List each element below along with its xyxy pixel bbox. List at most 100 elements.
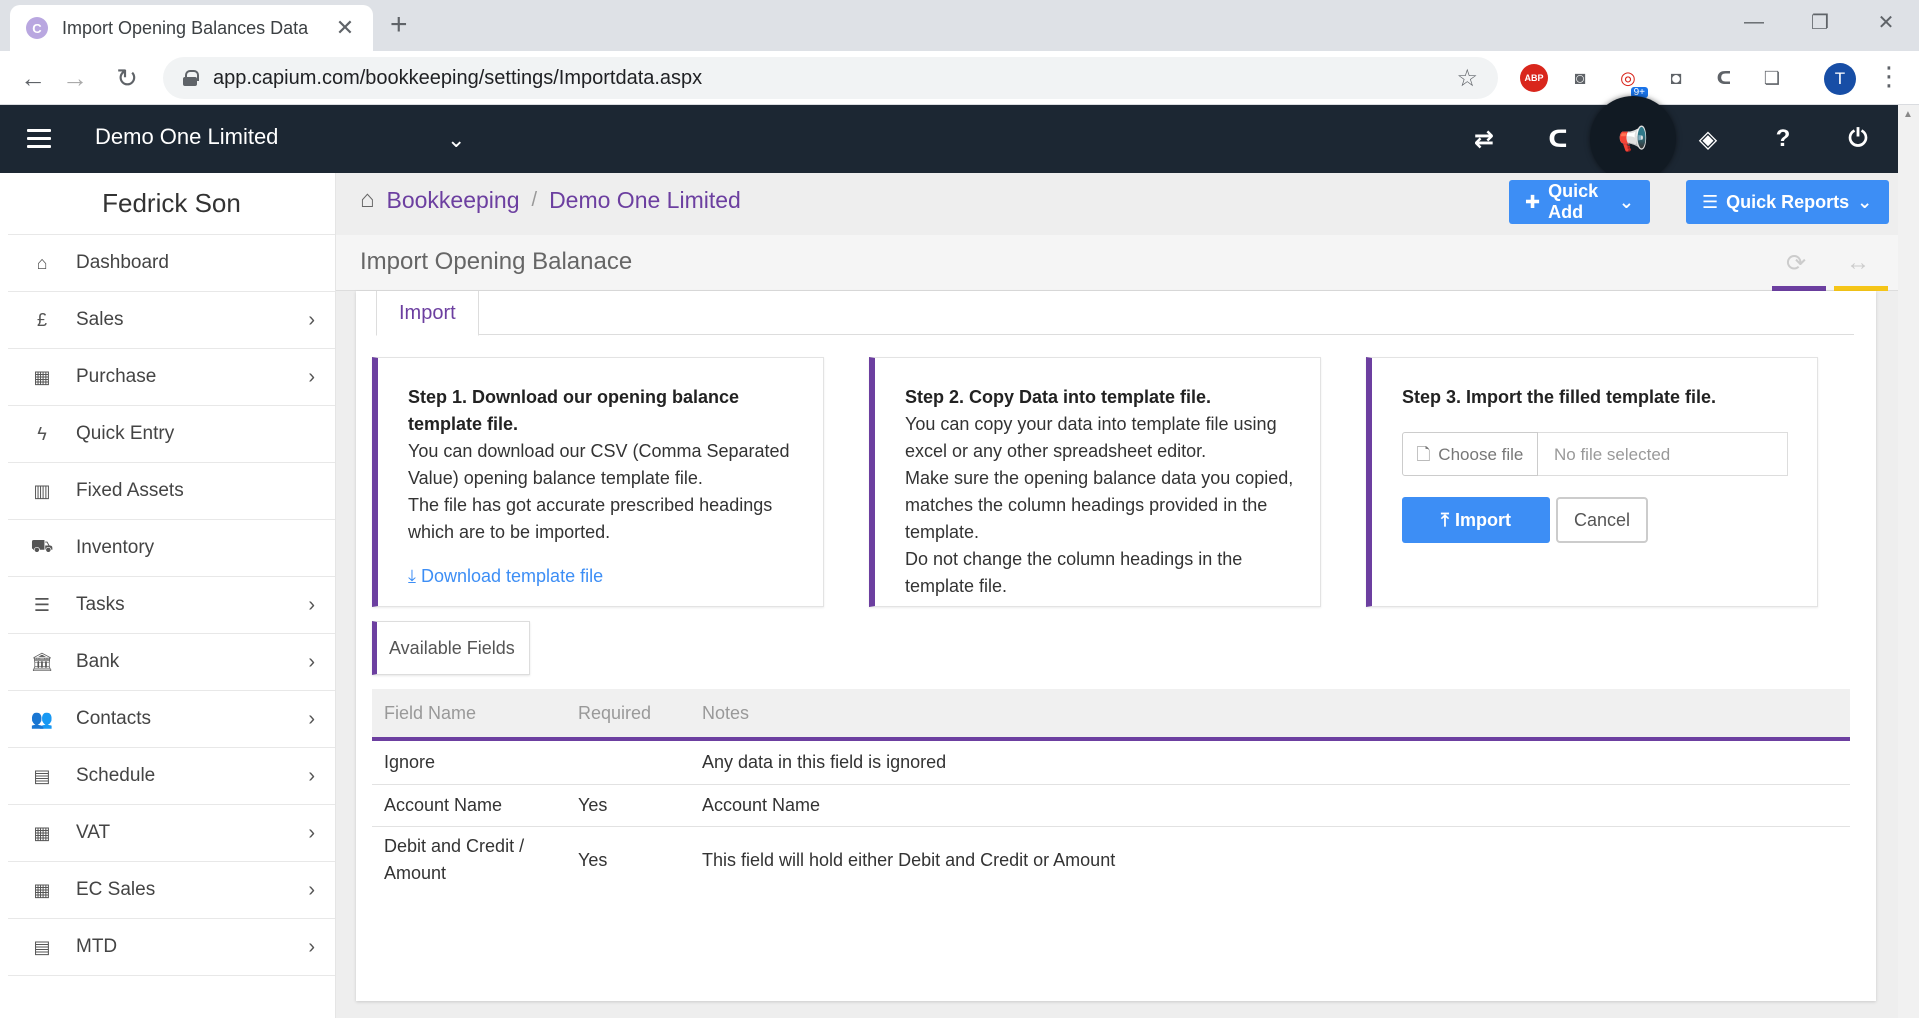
reload-icon[interactable]: ↻ (110, 61, 144, 95)
chevron-down-icon: ⌄ (1857, 191, 1873, 212)
upload-icon: ⤒ (1441, 509, 1449, 530)
cell-required: Yes (578, 795, 608, 815)
import-button[interactable]: ⤒ Import (1402, 497, 1550, 543)
quick-add-label: Quick Add (1548, 181, 1599, 222)
fingerprint-extension-icon[interactable]: ◎ 9+ (1614, 64, 1648, 98)
camera-extension-icon[interactable]: ◙ (1566, 64, 1594, 92)
back-icon[interactable]: ← (16, 61, 50, 95)
fields-table: Field Name Required Notes Ignore Any dat… (372, 689, 1850, 893)
table-row: Debit and Credit / Amount Yes This field… (372, 827, 1850, 893)
sidebar-item-label: Tasks (76, 594, 125, 615)
table-header: Field Name Required Notes (372, 689, 1850, 741)
users-icon: 👥 (30, 708, 54, 729)
quick-add-button[interactable]: ✚ Quick Add ⌄ (1509, 180, 1650, 224)
sidebar-item-mtd[interactable]: ▤ MTD › (8, 919, 335, 976)
step-1-text-2: The file has got accurate prescribed hea… (408, 495, 773, 542)
sidebar-item-tasks[interactable]: ☰ Tasks › (8, 577, 335, 634)
power-logout-icon[interactable]: ⏻ (1838, 119, 1878, 159)
browser-menu-icon[interactable]: ⋮ (1876, 61, 1902, 92)
step-3-heading: Step 3. Import the filled template file. (1402, 387, 1717, 407)
sidebar-item-inventory[interactable]: ⛟ Inventory (8, 520, 335, 577)
copy-extension-icon[interactable]: ❏ (1758, 64, 1786, 92)
sidebar-item-vat[interactable]: ▦ VAT › (8, 805, 335, 862)
cell-notes: Account Name (702, 795, 821, 815)
bolt-icon: ϟ (37, 423, 47, 444)
breadcrumb-home-icon[interactable]: ⌂ (360, 186, 375, 214)
scroll-up-icon[interactable]: ▲ (1903, 109, 1913, 120)
step-2-card: Step 2. Copy Data into template file. Yo… (869, 357, 1321, 607)
help-question-icon[interactable]: ? (1763, 119, 1803, 159)
app-topbar: Demo One Limited ⌄ ⇄ ᑕ 📢 ◈ ? ⏻ (0, 96, 1898, 182)
breadcrumb-company[interactable]: Demo One Limited (549, 187, 741, 214)
sidebar-item-dashboard[interactable]: ⌂ Dashboard (8, 235, 335, 292)
cell-required: Yes (578, 849, 608, 870)
quick-reports-label: Quick Reports (1726, 191, 1850, 212)
adblock-icon[interactable]: ABP (1520, 64, 1548, 92)
step-2-text-3: Do not change the column headings in the… (905, 549, 1243, 596)
sidebar-item-contacts[interactable]: 👥 Contacts › (8, 691, 335, 748)
screenshot-icon[interactable]: ◘ (1662, 64, 1690, 92)
company-name[interactable]: Demo One Limited (95, 124, 278, 150)
file-picker: 🗋 Choose file No file selected (1402, 432, 1793, 476)
bookmark-star-icon[interactable]: ☆ (1456, 64, 1478, 93)
company-chevron-down-icon[interactable]: ⌄ (447, 127, 465, 153)
capium-extension-icon[interactable]: ᑕ (1710, 64, 1738, 92)
tab-import[interactable]: Import (376, 291, 479, 336)
capium-logo-icon[interactable]: ᑕ (1538, 119, 1578, 159)
sidebar-item-quick-entry[interactable]: ϟ Quick Entry (8, 406, 335, 463)
restore-icon[interactable]: ❐ (1787, 0, 1853, 44)
quick-reports-button[interactable]: ☰ Quick Reports ⌄ (1686, 180, 1889, 224)
cell-field-name: Debit and Credit / Amount (384, 836, 525, 883)
download-icon: ⤓ (408, 566, 416, 586)
sidebar-item-label: Contacts (76, 708, 151, 729)
address-bar[interactable]: app.capium.com/bookkeeping/settings/Impo… (163, 57, 1498, 99)
forward-icon[interactable]: → (58, 61, 92, 95)
cancel-button[interactable]: Cancel (1556, 497, 1648, 543)
choose-file-button[interactable]: 🗋 Choose file (1402, 432, 1538, 476)
refresh-icon[interactable]: ⟳ (1786, 249, 1806, 278)
header-notes: Notes (702, 702, 750, 723)
sidebar-item-bank[interactable]: 🏛 Bank › (8, 634, 335, 691)
cell-notes: Any data in this field is ignored (702, 752, 947, 772)
sidebar-item-label: Fixed Assets (76, 480, 184, 501)
announcement-megaphone-icon[interactable]: 📢 (1590, 96, 1676, 182)
sidebar-item-schedule[interactable]: ▤ Schedule › (8, 748, 335, 805)
new-tab-button[interactable]: + (390, 10, 408, 40)
capium-favicon-icon: C (26, 17, 48, 39)
step-2-text-2: Make sure the opening balance data you c… (905, 468, 1294, 542)
tasks-icon: ☰ (33, 594, 51, 615)
expand-horizontal-icon[interactable]: ↔ (1846, 249, 1870, 277)
url-text: app.capium.com/bookkeeping/settings/Impo… (213, 66, 703, 89)
tab-title: Import Opening Balances Data (62, 17, 309, 38)
profile-avatar[interactable]: T (1824, 63, 1856, 95)
lock-icon (183, 70, 199, 86)
sidebar-item-label: Purchase (76, 366, 157, 387)
sidebar-item-label: Quick Entry (76, 423, 175, 444)
import-panel: Import Step 1. Download our opening bala… (356, 291, 1876, 1001)
close-window-icon[interactable]: ✕ (1853, 0, 1919, 44)
switch-arrows-icon[interactable]: ⇄ (1464, 119, 1504, 159)
sidebar-item-fixed-assets[interactable]: ▥ Fixed Assets (8, 463, 335, 520)
download-template-link[interactable]: ⤓ Download template file (408, 563, 799, 590)
browser-tab[interactable]: C Import Opening Balances Data ✕ (10, 5, 373, 51)
sidebar-item-label: VAT (76, 822, 111, 843)
minimize-icon[interactable]: — (1721, 0, 1787, 44)
chevron-right-icon: › (308, 821, 315, 844)
close-tab-icon[interactable]: ✕ (333, 15, 357, 41)
chevron-right-icon: › (308, 878, 315, 901)
calendar-icon: ▤ (33, 765, 51, 786)
page-scrollbar[interactable]: ▲ (1898, 105, 1919, 1018)
available-fields-label: Available Fields (372, 621, 530, 675)
chevron-right-icon: › (308, 365, 315, 388)
ticket-icon[interactable]: ◈ (1688, 119, 1728, 159)
sidebar-item-sales[interactable]: £ Sales › (8, 292, 335, 349)
breadcrumb-bookkeeping[interactable]: Bookkeeping (387, 187, 520, 214)
sidebar: Fedrick Son ⌂ Dashboard £ Sales › ▦ Purc… (8, 173, 336, 1018)
sidebar-item-purchase[interactable]: ▦ Purchase › (8, 349, 335, 406)
breadcrumb-separator: / (531, 188, 538, 211)
sidebar-item-ec-sales[interactable]: ▦ EC Sales › (8, 862, 335, 919)
cell-field-name: Ignore (384, 752, 436, 772)
hamburger-menu-icon[interactable] (27, 129, 51, 149)
import-label: Import (1454, 509, 1511, 530)
sidebar-item-label: Sales (76, 309, 124, 330)
